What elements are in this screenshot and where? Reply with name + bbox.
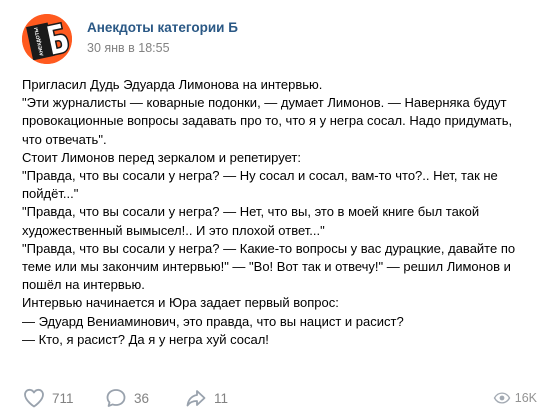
group-name-link[interactable]: Анекдоты категории Б <box>87 20 238 35</box>
post-text-line: Пригласил Дудь Эдуарда Лимонова на интер… <box>22 77 323 92</box>
post-text-line: Стоит Лимонов перед зеркалом и репетируе… <box>22 149 301 165</box>
post-text-line: что отвечать". <box>22 131 107 147</box>
views-count: 16K <box>514 391 537 405</box>
post-actions: 711 36 11 <box>22 386 537 410</box>
share-button[interactable]: 11 <box>184 386 228 410</box>
post-text-line: Интервью начинается и Юра задает первый … <box>22 295 339 311</box>
like-count: 711 <box>52 390 74 406</box>
post-text-line: "Правда, что вы сосали у негра? — Ну сос… <box>22 168 498 184</box>
group-avatar[interactable]: АНЕКДОТЫ <box>22 14 72 64</box>
share-icon <box>186 390 206 407</box>
comment-icon <box>106 389 126 407</box>
post-text-line: теме или мы закончим интервью!" — "Во! В… <box>22 259 511 275</box>
post-text-line: "Правда, что вы сосали у негра? — Какие-… <box>22 240 516 256</box>
post-text-line: — Эдуард Вениаминович, это правда, что в… <box>22 313 404 329</box>
post-text: Пригласил Дудь Эдуарда Лимонова на интер… <box>22 76 537 349</box>
like-button[interactable]: 711 <box>22 386 74 410</box>
wall-post: АНЕКДОТЫ Анекдоты категории Б 30 янв в 1… <box>0 0 553 413</box>
share-count: 11 <box>214 390 229 406</box>
group-logo-icon: АНЕКДОТЫ <box>22 14 72 64</box>
post-text-line: "Правда, что вы сосали у негра? — Нет, ч… <box>22 204 480 220</box>
post-text-line: "Эти журналисты — коварные подонки, — ду… <box>22 95 507 111</box>
comment-button[interactable]: 36 <box>104 386 149 410</box>
post-date[interactable]: 30 янв в 18:55 <box>87 41 170 55</box>
post-text-line: художественный вымысел!.. И это плохой о… <box>22 222 325 238</box>
post-text-line: провокационные вопросы задавать про то, … <box>22 113 513 129</box>
post-text-line: — Кто, я расист? Да я у негра хуй сосал! <box>22 331 269 347</box>
post-text-line: пошёл на интервью. <box>22 277 145 293</box>
post-text-line: пойдёт..." <box>22 186 79 202</box>
heart-icon <box>24 388 44 408</box>
comment-count: 36 <box>134 390 150 406</box>
views-counter: 16K <box>493 386 537 410</box>
eye-icon <box>493 392 511 404</box>
